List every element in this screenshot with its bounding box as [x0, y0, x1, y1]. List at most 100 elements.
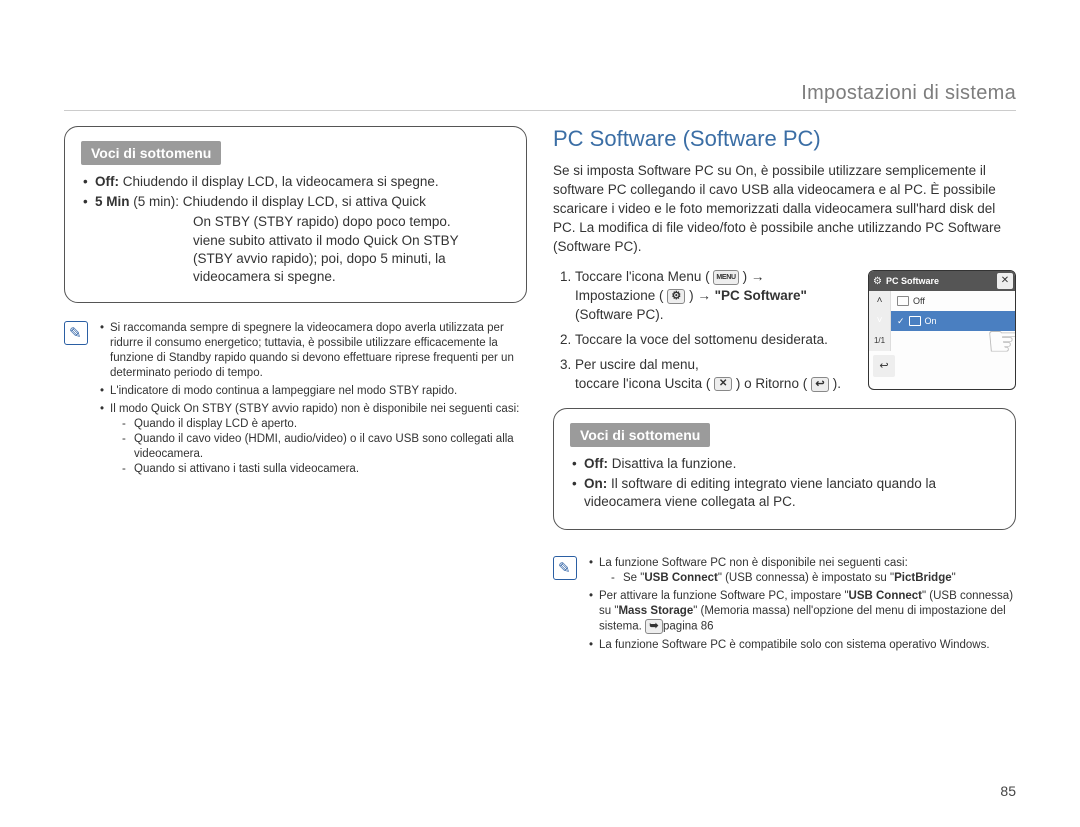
- r-on-text: Il software di editing integrato viene l…: [584, 476, 936, 509]
- intro-paragraph: Se si imposta Software PC su On, è possi…: [553, 162, 1016, 256]
- d1b: USB Connect: [644, 572, 717, 584]
- note-icon: [64, 321, 88, 345]
- header-rule: [64, 110, 1016, 111]
- cont-l4: (STBY avvio rapido); poi, dopo 5 minuti,…: [81, 250, 510, 268]
- submenu-item-5min: 5 Min (5 min): Chiudendo il display LCD,…: [81, 193, 510, 211]
- r-on-bold: On:: [584, 476, 607, 491]
- note-body-left: Si raccomanda sempre di spegnere la vide…: [98, 321, 527, 479]
- rnote-1-dashes: Se "USB Connect" (USB connessa) è impost…: [599, 571, 1016, 586]
- note-l-1: Si raccomanda sempre di spegnere la vide…: [98, 321, 527, 381]
- s3a: Per uscire dal menu,: [575, 357, 699, 372]
- label-5min: 5 Min: [95, 194, 130, 209]
- note-icon-r: [553, 556, 577, 580]
- submenu-item-off: Off: Chiudendo il display LCD, la videoc…: [81, 173, 510, 191]
- screen-down-button[interactable]: ˅: [869, 311, 891, 331]
- screen-gear-icon: ⚙: [873, 276, 882, 287]
- s1e-rest: (Software PC).: [575, 307, 664, 322]
- on-check-icon: ✓: [897, 316, 905, 327]
- note-l-3: Il modo Quick On STBY (STBY avvio rapido…: [98, 402, 527, 477]
- manual-page: Impostazioni di sistema Voci di sottomen…: [0, 0, 1080, 827]
- left-column: Voci di sottomenu Off: Chiudendo il disp…: [64, 126, 527, 787]
- note-body-right: La funzione Software PC non è disponibil…: [587, 556, 1016, 655]
- label-off: Off:: [95, 174, 119, 189]
- page-number: 85: [1000, 783, 1016, 799]
- close-icon: [714, 377, 732, 391]
- d1e: ": [952, 572, 956, 584]
- section-heading: Impostazioni di sistema: [801, 82, 1016, 105]
- s1d: ): [689, 288, 697, 303]
- back-icon: [811, 377, 829, 392]
- screen-titlebar: ⚙ PC Software ✕: [869, 271, 1015, 291]
- n2f: pagina 86: [663, 621, 714, 633]
- text-off: Chiudendo il display LCD, la videocamera…: [119, 174, 439, 189]
- off-label: Off: [913, 296, 925, 306]
- screen-back-button[interactable]: ↩: [873, 355, 895, 377]
- note-l-3-text: Il modo Quick On STBY (STBY avvio rapido…: [110, 403, 519, 415]
- on-icon: [909, 316, 921, 326]
- screen-row-on: ˅ ✓ On: [869, 311, 1015, 331]
- s1b: ): [743, 269, 751, 284]
- s1a: Toccare l'icona Menu (: [575, 269, 710, 284]
- note-block-right: La funzione Software PC non è disponibil…: [553, 556, 1016, 655]
- camera-screen: ⚙ PC Software ✕ ˄ Off ˅ ✓ On: [868, 270, 1016, 390]
- two-column-layout: Voci di sottomenu Off: Chiudendo il disp…: [64, 126, 1016, 787]
- note-l-dashes: Quando il display LCD è aperto. Quando i…: [110, 417, 527, 477]
- submenu-list-right: Off: Disattiva la funzione. On: Il softw…: [570, 455, 999, 512]
- screen-row-off: ˄ Off: [869, 291, 1015, 311]
- n2d: Mass Storage: [618, 605, 693, 617]
- d1d: PictBridge: [894, 572, 952, 584]
- s3d: ).: [833, 376, 841, 391]
- note-l-2: L'indicatore di modo continua a lampeggi…: [98, 384, 527, 399]
- s1c: Impostazione (: [575, 288, 664, 303]
- screen-title: PC Software: [886, 276, 939, 286]
- off-icon: [897, 296, 909, 306]
- d1a: Se ": [623, 572, 644, 584]
- dash-1: Quando il display LCD è aperto.: [122, 417, 527, 432]
- screen-page-indicator: 1/1: [869, 331, 891, 351]
- l1: Chiudendo il display LCD, si attiva Quic…: [183, 194, 426, 209]
- rnote-3: La funzione Software PC è compatibile so…: [587, 638, 1016, 653]
- link-icon: [645, 619, 663, 634]
- s3b: toccare l'icona Uscita (: [575, 376, 710, 391]
- screen-up-button[interactable]: ˄: [869, 291, 891, 311]
- rnote-1: La funzione Software PC non è disponibil…: [587, 556, 1016, 586]
- s3c: ) o Ritorno (: [736, 376, 807, 391]
- rnote-1-text: La funzione Software PC non è disponibil…: [599, 557, 908, 569]
- cont-l3: viene subito attivato il modo Quick On S…: [81, 232, 510, 250]
- submenu-box-left: Voci di sottomenu Off: Chiudendo il disp…: [64, 126, 527, 303]
- submenu-list-left: Off: Chiudendo il display LCD, la videoc…: [81, 173, 510, 211]
- paren-5min: (5 min):: [130, 194, 183, 209]
- r-off-bold: Off:: [584, 456, 608, 471]
- note-block-left: Si raccomanda sempre di spegnere la vide…: [64, 321, 527, 479]
- note-list-left: Si raccomanda sempre di spegnere la vide…: [98, 321, 527, 476]
- cont-l5: videocamera si spegne.: [81, 268, 510, 286]
- step-2: Toccare la voce del sottomenu desiderata…: [575, 331, 843, 350]
- submenu-title-right: Voci di sottomenu: [570, 423, 710, 447]
- step-1: Toccare l'icona Menu ( ) → Impostazione …: [575, 268, 843, 325]
- n2a: Per attivare la funzione Software PC, im…: [599, 590, 849, 602]
- step-3: Per uscire dal menu, toccare l'icona Usc…: [575, 356, 843, 394]
- menu-icon: [713, 270, 738, 285]
- screen-option-on[interactable]: ✓ On: [891, 316, 1015, 327]
- gear-icon: [667, 289, 685, 304]
- r-off-text: Disattiva la funzione.: [608, 456, 736, 471]
- rnote-2: Per attivare la funzione Software PC, im…: [587, 589, 1016, 634]
- screen-close-button[interactable]: ✕: [997, 273, 1013, 289]
- submenu-item-off-r: Off: Disattiva la funzione.: [570, 455, 999, 473]
- dash-2: Quando il cavo video (HDMI, audio/video)…: [122, 432, 527, 462]
- dash-3: Quando si attivano i tasti sulla videoca…: [122, 462, 527, 477]
- on-label: On: [925, 316, 937, 326]
- n2b: USB Connect: [849, 590, 922, 602]
- rdash-1: Se "USB Connect" (USB connessa) è impost…: [611, 571, 1016, 586]
- section-title: PC Software (Software PC): [553, 126, 1016, 152]
- submenu-box-right: Voci di sottomenu Off: Disattiva la funz…: [553, 408, 1016, 531]
- steps-list: Toccare l'icona Menu ( ) → Impostazione …: [553, 268, 843, 393]
- screen-row-page: 1/1: [869, 331, 1015, 351]
- d1c: " (USB connessa) è impostato su ": [718, 572, 894, 584]
- submenu-title-left: Voci di sottomenu: [81, 141, 221, 165]
- right-column: PC Software (Software PC) Se si imposta …: [553, 126, 1016, 787]
- note-list-right: La funzione Software PC non è disponibil…: [587, 556, 1016, 652]
- submenu-item-on-r: On: Il software di editing integrato vie…: [570, 475, 999, 511]
- screen-option-off[interactable]: Off: [891, 296, 1015, 306]
- s1e-bold: "PC Software": [715, 288, 807, 303]
